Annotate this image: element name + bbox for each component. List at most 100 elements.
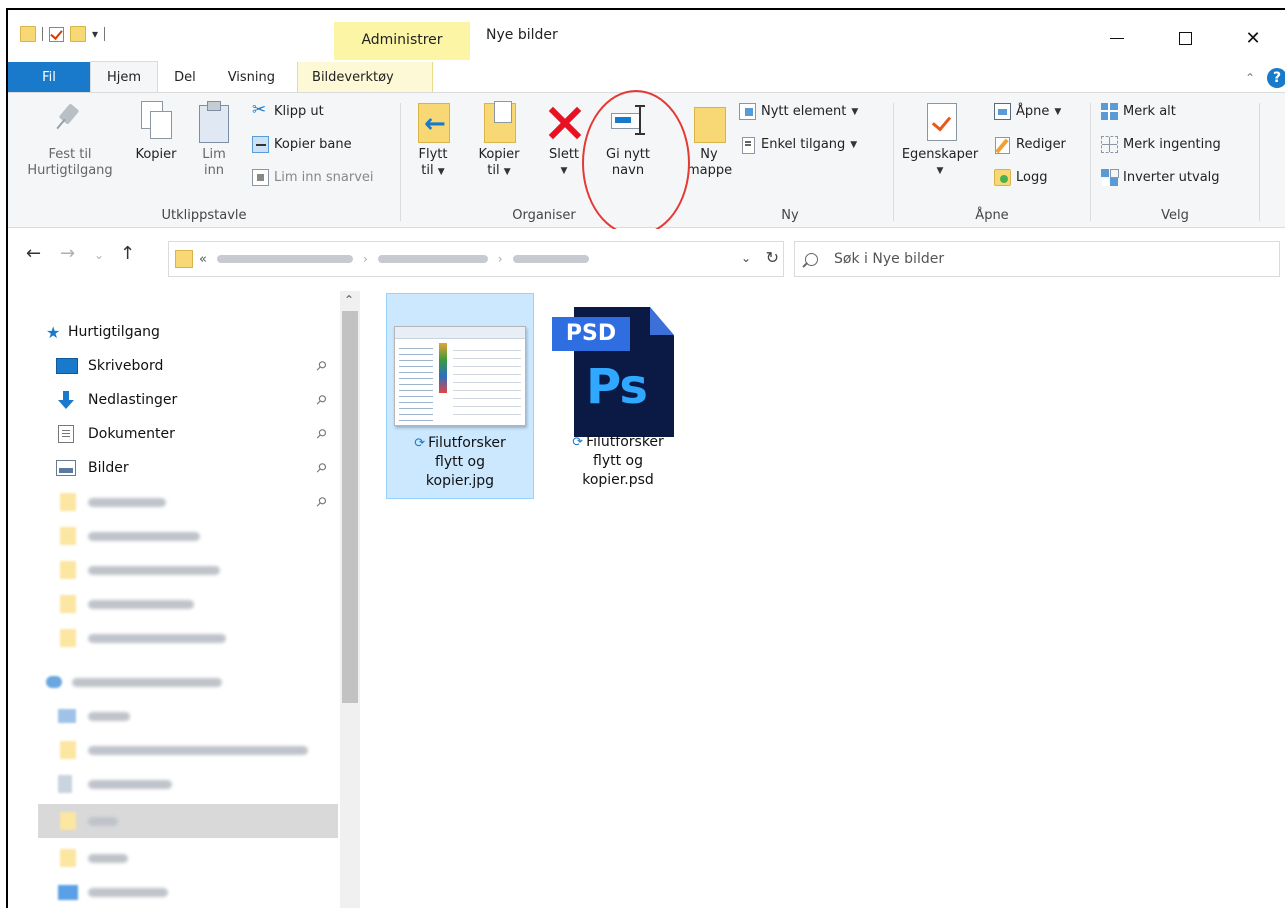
delete-icon <box>545 101 583 143</box>
file-item-psd[interactable]: PSD Ps ⟳ Filutforsker flytt og kopier.psd <box>544 293 692 499</box>
address-overflow[interactable]: « <box>199 252 207 267</box>
download-icon <box>58 391 74 409</box>
chevron-down-icon: ⌄ <box>740 251 751 265</box>
contextual-tab-header: Administrer <box>334 22 470 60</box>
copy-to-button[interactable]: Kopier til ▼ <box>471 101 527 180</box>
nav-item-blurred[interactable] <box>8 877 338 907</box>
close-button[interactable]: ✕ <box>1219 18 1285 58</box>
forward-button[interactable]: → <box>60 243 75 264</box>
nav-item-blurred[interactable] <box>8 521 338 551</box>
nav-item-blurred[interactable] <box>8 701 338 731</box>
properties-qat-button[interactable] <box>49 26 64 42</box>
easy-access-button[interactable]: Enkel tilgang ▼ <box>739 136 857 154</box>
nav-item-documents[interactable]: Dokumenter ⚲ <box>8 419 338 449</box>
address-bar[interactable]: « › › ⌄ ↻ <box>168 241 784 277</box>
nav-item-blurred[interactable] <box>8 843 338 873</box>
new-folder-qat-button[interactable] <box>70 26 86 42</box>
tab-visning[interactable]: Visning <box>212 62 291 92</box>
file-item-jpg[interactable]: ⟳ Filutforsker flytt og kopier.jpg <box>386 293 534 499</box>
collapse-ribbon-icon[interactable]: ⌃ <box>1245 71 1255 85</box>
up-button[interactable]: ↑ <box>120 243 135 264</box>
back-button[interactable]: ← <box>26 243 41 264</box>
blurred-label <box>88 599 194 609</box>
history-button[interactable]: Logg <box>994 169 1047 186</box>
nav-item-blurred[interactable]: ⚲ <box>8 487 338 517</box>
paste-label-line2: inn <box>203 163 225 178</box>
ribbon: Fest til Hurtigtilgang Kopier Lim inn Kl… <box>8 92 1285 228</box>
copy-button[interactable]: Kopier <box>128 101 184 163</box>
scrollbar-thumb[interactable] <box>342 311 358 703</box>
nav-item-blurred[interactable] <box>8 735 338 765</box>
select-none-button[interactable]: Merk ingenting <box>1101 136 1221 153</box>
select-none-icon <box>1101 136 1118 153</box>
chevron-down-icon[interactable]: ▼ <box>541 163 587 179</box>
address-dropdown-button[interactable]: ⌄ <box>741 251 751 265</box>
blurred-label <box>88 711 130 721</box>
blurred-label <box>88 745 308 755</box>
refresh-button[interactable]: ↻ <box>766 248 779 267</box>
move-to-button[interactable]: Flytt til ▼ <box>409 101 457 180</box>
select-all-button[interactable]: Merk alt <box>1101 103 1176 120</box>
edit-button[interactable]: Rediger <box>994 136 1066 154</box>
nav-item-downloads[interactable]: Nedlastinger ⚲ <box>8 385 338 415</box>
copy-to-icon <box>480 101 518 143</box>
blurred-label <box>88 887 168 897</box>
cut-button[interactable]: Klipp ut <box>252 100 324 120</box>
window-controls: ✕ <box>1083 18 1285 58</box>
nav-item-blurred[interactable] <box>8 623 338 653</box>
new-item-button[interactable]: Nytt element ▼ <box>739 103 858 120</box>
ribbon-right-controls: ⌃ ? <box>1245 68 1285 88</box>
nav-item-pictures[interactable]: Bilder ⚲ <box>8 453 338 483</box>
nav-item-blurred[interactable] <box>8 806 338 836</box>
customize-qat-button[interactable]: ▾ <box>92 27 98 41</box>
nav-item-blurred[interactable] <box>8 769 338 799</box>
nav-item-desktop[interactable]: Skrivebord ⚲ <box>8 351 338 381</box>
invert-selection-button[interactable]: Inverter utvalg <box>1101 169 1220 186</box>
new-folder-button[interactable]: Ny mappe <box>687 101 732 179</box>
minimize-button[interactable] <box>1083 18 1151 58</box>
nav-item-quick-access[interactable]: ★ Hurtigtilgang <box>8 317 338 347</box>
paste-button[interactable]: Lim inn <box>194 101 234 179</box>
delete-button[interactable]: Slett ▼ <box>541 101 587 179</box>
tab-hjem[interactable]: Hjem <box>90 61 159 92</box>
chevron-down-icon: ▼ <box>437 167 445 177</box>
nav-scrollbar[interactable]: ⌃ <box>340 291 360 908</box>
properties-icon <box>921 101 959 143</box>
text-cursor-icon <box>635 105 645 135</box>
pin-icon: ⚲ <box>312 459 330 477</box>
arrow-up-icon: ↑ <box>120 243 136 264</box>
open-button[interactable]: Åpne ▼ <box>994 103 1061 120</box>
clipboard-group-label: Utklippstavle <box>161 208 247 223</box>
chevron-down-icon: ▼ <box>503 167 511 177</box>
rename-button[interactable]: Gi nytt navn <box>599 101 657 179</box>
quick-access-toolbar: ▾ <box>20 26 106 42</box>
clipboard-group: Fest til Hurtigtilgang Kopier Lim inn Kl… <box>8 93 400 227</box>
blurred-label <box>88 853 128 863</box>
sync-icon: ⟳ <box>414 436 426 451</box>
tab-del[interactable]: Del <box>158 62 212 92</box>
paste-shortcut-button[interactable]: Lim inn snarvei <box>252 169 374 186</box>
documents-icon <box>58 775 72 793</box>
tab-fil[interactable]: Fil <box>8 62 90 92</box>
ps-mark: Ps <box>586 359 648 415</box>
new-folder-label-line1: Ny <box>700 147 718 162</box>
nav-item-blurred[interactable] <box>8 589 338 619</box>
tab-bildeverktoy[interactable]: Bildeverktøy <box>297 62 434 92</box>
nav-item-blurred[interactable] <box>8 555 338 585</box>
properties-button[interactable]: Egenskaper ▼ <box>898 101 982 179</box>
close-icon: ✕ <box>1245 27 1261 49</box>
chevron-down-icon[interactable]: ▼ <box>898 163 982 179</box>
recent-locations-button[interactable]: ⌄ <box>94 248 104 262</box>
copy-path-button[interactable]: Kopier bane <box>252 136 352 153</box>
blurred-label <box>88 497 166 507</box>
move-to-icon <box>414 101 452 143</box>
search-box[interactable]: Søk i Nye bilder <box>794 241 1280 277</box>
pin-to-quick-access-button[interactable]: Fest til Hurtigtilgang <box>20 101 120 179</box>
help-icon[interactable]: ? <box>1267 68 1285 88</box>
blurred-label <box>72 677 222 687</box>
maximize-button[interactable] <box>1151 18 1219 58</box>
edit-icon <box>994 136 1011 154</box>
chevron-up-icon[interactable]: ⌃ <box>344 293 354 307</box>
pin-icon <box>51 101 89 143</box>
nav-item-blurred[interactable] <box>8 667 338 697</box>
